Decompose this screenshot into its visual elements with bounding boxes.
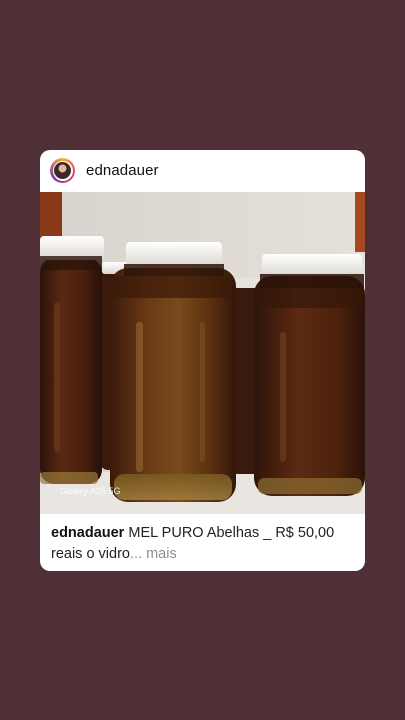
photo-watermark: Galaxy A25 5G [60, 486, 121, 496]
honey-jars-photo [40, 192, 365, 514]
post-header: ednadauer [40, 150, 365, 192]
caption-username[interactable]: ednadauer [51, 525, 124, 541]
caption-text-line1: MEL PURO Abelhas _ R$ 50,00 [124, 525, 335, 541]
post-username[interactable]: ednadauer [86, 162, 159, 179]
post-card[interactable]: ednadauer Galaxy A25 5G ednadauer MEL PU… [40, 150, 365, 571]
caption-text-line2: reais o vidro [51, 546, 130, 562]
caption-more-link[interactable]: ... mais [130, 546, 177, 562]
profile-avatar-icon [54, 162, 71, 179]
avatar[interactable] [50, 158, 75, 183]
post-photo[interactable]: Galaxy A25 5G [40, 192, 365, 514]
post-caption: ednadauer MEL PURO Abelhas _ R$ 50,00 re… [51, 523, 356, 565]
